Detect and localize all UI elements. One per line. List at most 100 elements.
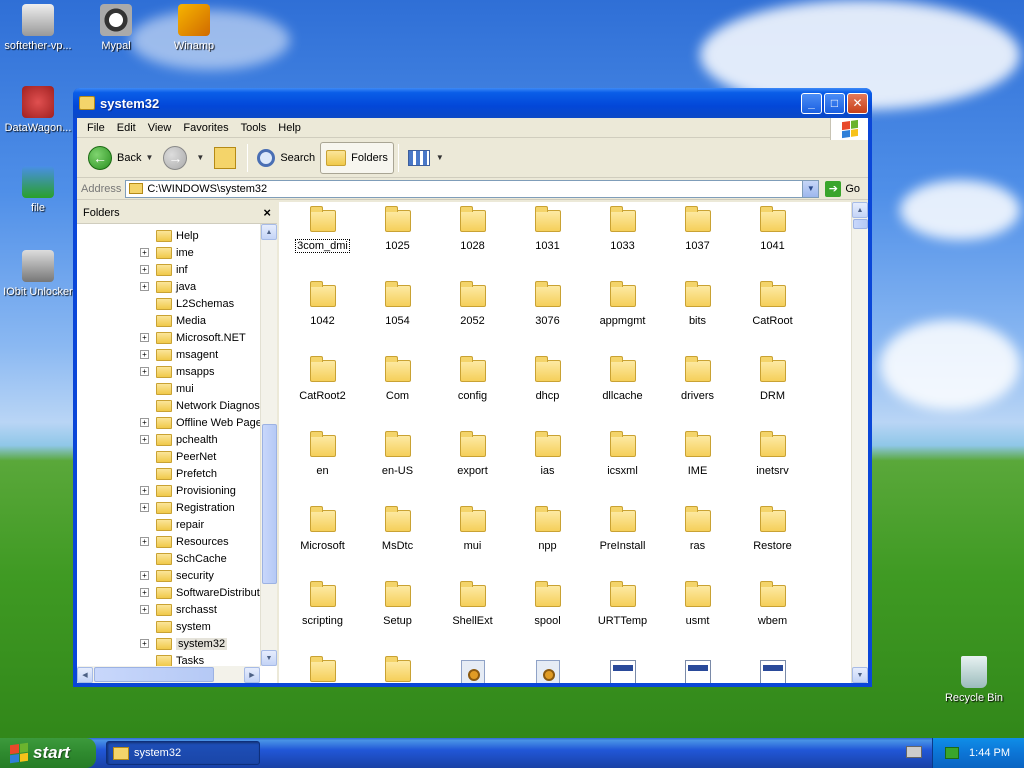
folder-item[interactable]: ias	[510, 431, 585, 477]
tree-item[interactable]: repair	[77, 516, 204, 533]
tree-item[interactable]: Prefetch	[77, 465, 217, 482]
go-button[interactable]: ➔ Go	[819, 180, 868, 197]
tree-item[interactable]: Network Diagnost	[77, 397, 260, 414]
folder-item[interactable]: icsxml	[585, 431, 660, 477]
file-item[interactable]	[360, 656, 435, 683]
folder-item[interactable]: 1028	[435, 206, 510, 252]
tree-item[interactable]: + inf	[77, 261, 188, 278]
search-button[interactable]: Search	[252, 142, 320, 174]
folder-item[interactable]: DRM	[735, 356, 810, 402]
expand-icon[interactable]: +	[140, 639, 149, 648]
folder-item[interactable]: en	[285, 431, 360, 477]
start-button[interactable]: start	[0, 738, 96, 768]
tree-item[interactable]: + ime	[77, 244, 194, 261]
folder-item[interactable]: en-US	[360, 431, 435, 477]
tree-vertical-scrollbar[interactable]: ▲ ▼	[260, 224, 277, 666]
tree-item[interactable]: + Microsoft.NET	[77, 329, 246, 346]
menu-file[interactable]: File	[81, 122, 111, 134]
scroll-down-icon[interactable]: ▼	[852, 667, 868, 683]
file-item[interactable]	[660, 660, 735, 683]
folder-item[interactable]: Com	[360, 356, 435, 402]
folder-item[interactable]: ShellExt	[435, 581, 510, 627]
file-item[interactable]	[585, 660, 660, 683]
desktop-icon-file[interactable]: file	[0, 166, 76, 214]
forward-button[interactable]: → ▼	[158, 142, 209, 174]
file-item[interactable]	[735, 660, 810, 683]
desktop-icon-iobit-unlocker[interactable]: IObit Unlocker	[0, 250, 76, 298]
folder-item[interactable]: 1037	[660, 206, 735, 252]
clock[interactable]: 1:44 PM	[969, 747, 1010, 759]
folder-item[interactable]: drivers	[660, 356, 735, 402]
tree-item[interactable]: PeerNet	[77, 448, 216, 465]
address-box[interactable]: ▼	[125, 179, 820, 198]
desktop-icon-winamp[interactable]: Winamp	[156, 4, 232, 52]
address-input[interactable]	[147, 182, 803, 195]
menu-edit[interactable]: Edit	[111, 122, 142, 134]
folder-item[interactable]: 1031	[510, 206, 585, 252]
expand-icon[interactable]: +	[140, 588, 149, 597]
folder-item[interactable]: export	[435, 431, 510, 477]
folder-item[interactable]: npp	[510, 506, 585, 552]
tree-item[interactable]: + Registration	[77, 499, 235, 516]
menu-favorites[interactable]: Favorites	[177, 122, 234, 134]
expand-icon[interactable]: +	[140, 418, 149, 427]
tree-item[interactable]: + srchasst	[77, 601, 217, 618]
file-item[interactable]	[510, 660, 585, 683]
tree-item[interactable]: SchCache	[77, 550, 227, 567]
tree-item[interactable]: + pchealth	[77, 431, 218, 448]
keyboard-icon[interactable]	[906, 746, 922, 758]
folder-item[interactable]: mui	[435, 506, 510, 552]
folder-item[interactable]: MsDtc	[360, 506, 435, 552]
folder-item[interactable]: inetsrv	[735, 431, 810, 477]
file-item[interactable]	[285, 656, 360, 683]
tree-item[interactable]: Media	[77, 312, 206, 329]
views-button[interactable]: ▼	[403, 142, 449, 174]
tree-item[interactable]: + Offline Web Page	[77, 414, 260, 431]
scroll-up-icon[interactable]: ▲	[261, 224, 277, 240]
expand-icon[interactable]: +	[140, 503, 149, 512]
folder-item[interactable]: spool	[510, 581, 585, 627]
folder-item[interactable]: usmt	[660, 581, 735, 627]
close-icon[interactable]: ×	[263, 205, 271, 220]
tree-item[interactable]: + SoftwareDistribut	[77, 584, 260, 601]
folder-item[interactable]: config	[435, 356, 510, 402]
expand-icon[interactable]: +	[140, 367, 149, 376]
folder-item[interactable]: bits	[660, 281, 735, 327]
network-icon[interactable]	[945, 747, 960, 759]
folder-item[interactable]: IME	[660, 431, 735, 477]
tree-item[interactable]: + Provisioning	[77, 482, 236, 499]
maximize-button[interactable]: □	[824, 92, 845, 114]
folder-item[interactable]: 2052	[435, 281, 510, 327]
tree-item[interactable]: mui	[77, 380, 194, 397]
desktop-icon-softether[interactable]: softether-vp...	[0, 4, 76, 52]
folder-item[interactable]: CatRoot2	[285, 356, 360, 402]
expand-icon[interactable]: +	[140, 248, 149, 257]
folder-item[interactable]: Restore	[735, 506, 810, 552]
expand-icon[interactable]: +	[140, 435, 149, 444]
back-button[interactable]: ← Back ▼	[83, 142, 158, 174]
folder-item[interactable]: 3076	[510, 281, 585, 327]
tree-item[interactable]: + security	[77, 567, 214, 584]
tree-item[interactable]: + system32	[77, 635, 228, 652]
scroll-thumb[interactable]	[94, 667, 214, 682]
folder-item[interactable]: Microsoft	[285, 506, 360, 552]
expand-icon[interactable]: +	[140, 605, 149, 614]
expand-icon[interactable]: +	[140, 537, 149, 546]
scroll-right-icon[interactable]: ▶	[244, 666, 260, 683]
folder-item[interactable]: 3com_dmi	[285, 206, 360, 253]
tree-horizontal-scrollbar[interactable]: ◀ ▶	[77, 666, 260, 683]
file-item[interactable]	[435, 660, 510, 683]
scroll-thumb[interactable]	[262, 424, 277, 584]
expand-icon[interactable]: +	[140, 571, 149, 580]
files-vertical-scrollbar[interactable]: ▲ ▼	[851, 202, 868, 683]
scroll-thumb[interactable]	[853, 219, 868, 229]
tree-item[interactable]: system	[77, 618, 211, 635]
tree-item[interactable]: + msapps	[77, 363, 215, 380]
folder-item[interactable]: scripting	[285, 581, 360, 627]
taskbar-button-system32[interactable]: system32	[106, 741, 260, 765]
scroll-left-icon[interactable]: ◀	[77, 666, 93, 683]
menu-tools[interactable]: Tools	[235, 122, 273, 134]
folder-item[interactable]: 1041	[735, 206, 810, 252]
expand-icon[interactable]: +	[140, 486, 149, 495]
tree-item[interactable]: L2Schemas	[77, 295, 234, 312]
